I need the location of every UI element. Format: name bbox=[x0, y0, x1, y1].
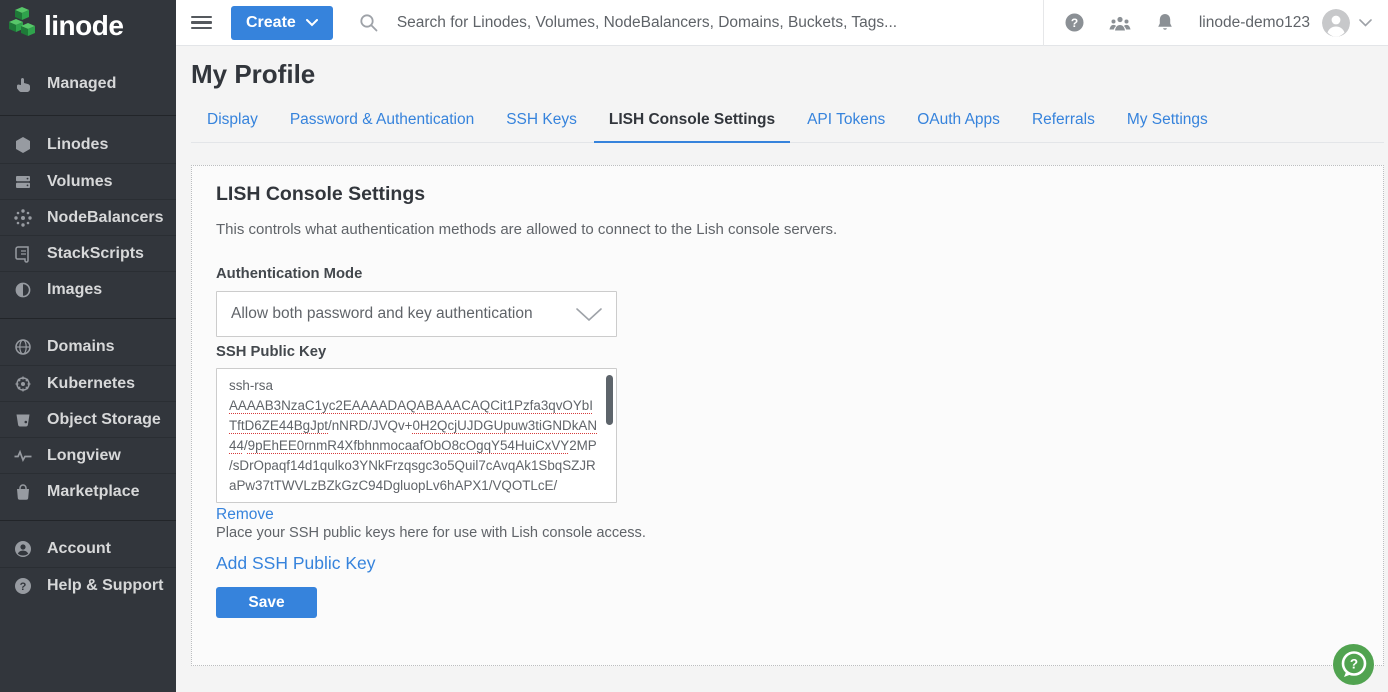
account-icon bbox=[13, 539, 33, 559]
lish-settings-card: LISH Console Settings This controls what… bbox=[191, 165, 1384, 666]
linode-logo[interactable]: linode bbox=[0, 0, 176, 52]
global-search bbox=[333, 0, 1044, 46]
tab-referrals[interactable]: Referrals bbox=[1016, 111, 1111, 142]
brand-wordmark: linode bbox=[44, 10, 123, 42]
notifications-bell-icon[interactable] bbox=[1155, 12, 1175, 34]
object-storage-icon bbox=[13, 410, 33, 430]
hamburger-icon[interactable] bbox=[191, 13, 212, 33]
tab-my-settings[interactable]: My Settings bbox=[1111, 111, 1224, 142]
username-label[interactable]: linode-demo123 bbox=[1199, 14, 1310, 32]
volumes-icon bbox=[13, 172, 33, 192]
sidebar-item-kubernetes[interactable]: Kubernetes bbox=[0, 365, 176, 401]
images-icon bbox=[13, 280, 33, 300]
profile-tabs: Display Password & Authentication SSH Ke… bbox=[191, 111, 1384, 143]
header-actions: ? linode-demo123 bbox=[1044, 9, 1388, 37]
tab-ssh-keys[interactable]: SSH Keys bbox=[490, 111, 593, 142]
help-chat-icon: ? bbox=[1337, 648, 1370, 681]
sidebar-item-marketplace[interactable]: Marketplace bbox=[0, 473, 176, 509]
sidebar-item-linodes[interactable]: Linodes bbox=[0, 127, 176, 163]
help-circle-icon[interactable]: ? bbox=[1064, 12, 1085, 33]
sidebar-item-volumes[interactable]: Volumes bbox=[0, 163, 176, 199]
svg-text:?: ? bbox=[20, 581, 27, 593]
ssh-key-text: ssh-rsa bbox=[229, 378, 273, 393]
user-avatar-icon[interactable] bbox=[1322, 9, 1350, 37]
kubernetes-icon bbox=[13, 374, 33, 394]
main-content: My Profile Display Password & Authentica… bbox=[176, 46, 1388, 692]
svg-text:?: ? bbox=[1350, 657, 1358, 672]
tab-lish-console-settings[interactable]: LISH Console Settings bbox=[593, 111, 791, 142]
sidebar: linode Managed Linodes Volumes NodeBalan… bbox=[0, 0, 176, 692]
sidebar-item-images[interactable]: Images bbox=[0, 271, 176, 307]
domains-icon bbox=[13, 337, 33, 357]
help-support-icon: ? bbox=[13, 576, 33, 596]
stackscripts-icon bbox=[13, 244, 33, 264]
ssh-public-key-label: SSH Public Key bbox=[216, 344, 1359, 361]
ssh-public-key-textarea[interactable]: ssh-rsa AAAAB3NzaC1yc2EAAAADAQABAAACAQCi… bbox=[216, 368, 617, 503]
textarea-scrollbar-thumb[interactable] bbox=[606, 375, 613, 425]
sidebar-item-domains[interactable]: Domains bbox=[0, 329, 176, 365]
sidebar-item-label: Managed bbox=[47, 75, 116, 93]
sidebar-item-label: Images bbox=[47, 281, 102, 299]
authentication-mode-label: Authentication Mode bbox=[216, 266, 1359, 283]
chevron-down-icon bbox=[576, 308, 602, 321]
create-button-label: Create bbox=[246, 14, 296, 32]
ssh-key-text: 9pEhEE0rnmR4XfbhnmocaafObO8cOgqY54HuiCxV… bbox=[248, 438, 570, 453]
sidebar-item-label: Domains bbox=[47, 338, 115, 356]
page-title: My Profile bbox=[191, 59, 1384, 90]
sidebar-item-label: Longview bbox=[47, 447, 121, 465]
community-icon[interactable] bbox=[1107, 12, 1133, 34]
authentication-mode-value: Allow both password and key authenticati… bbox=[231, 305, 533, 323]
card-title: LISH Console Settings bbox=[216, 183, 1359, 205]
nodebalancers-icon bbox=[13, 208, 33, 228]
tab-password-authentication[interactable]: Password & Authentication bbox=[274, 111, 490, 142]
longview-icon bbox=[13, 446, 33, 466]
search-icon bbox=[359, 13, 378, 32]
linodes-icon bbox=[13, 135, 33, 155]
sidebar-item-label: Linodes bbox=[47, 136, 108, 154]
sidebar-item-longview[interactable]: Longview bbox=[0, 437, 176, 473]
sidebar-item-label: Object Storage bbox=[47, 411, 161, 429]
sidebar-item-label: StackScripts bbox=[47, 245, 144, 263]
search-input[interactable] bbox=[395, 13, 942, 33]
add-ssh-public-key-link[interactable]: Add SSH Public Key bbox=[216, 553, 1359, 574]
sidebar-divider bbox=[0, 509, 176, 531]
marketplace-icon bbox=[13, 482, 33, 502]
sidebar-item-label: Help & Support bbox=[47, 577, 163, 595]
card-description: This controls what authentication method… bbox=[216, 221, 1359, 239]
tab-api-tokens[interactable]: API Tokens bbox=[791, 111, 901, 142]
top-header: Create ? linode-demo123 bbox=[176, 0, 1388, 46]
sidebar-item-label: NodeBalancers bbox=[47, 209, 164, 227]
create-button[interactable]: Create bbox=[231, 6, 333, 40]
linode-logo-cubes-icon bbox=[8, 6, 38, 47]
ssh-key-text: /nNRD/JVQv+ bbox=[328, 418, 412, 433]
sidebar-divider bbox=[0, 102, 176, 127]
sidebar-item-label: Marketplace bbox=[47, 483, 140, 501]
sidebar-item-account[interactable]: Account bbox=[0, 531, 176, 567]
sidebar-divider bbox=[0, 52, 176, 66]
sidebar-item-stackscripts[interactable]: StackScripts bbox=[0, 235, 176, 271]
sidebar-item-nodebalancers[interactable]: NodeBalancers bbox=[0, 199, 176, 235]
sidebar-item-help-support[interactable]: ? Help & Support bbox=[0, 567, 176, 603]
chevron-down-icon[interactable] bbox=[1359, 19, 1372, 27]
chevron-down-icon bbox=[306, 19, 318, 27]
help-chat-fab[interactable]: ? bbox=[1333, 644, 1374, 685]
svg-text:?: ? bbox=[1071, 16, 1078, 30]
sidebar-item-managed[interactable]: Managed bbox=[0, 66, 176, 102]
remove-key-link[interactable]: Remove bbox=[216, 506, 1359, 524]
sidebar-divider bbox=[0, 307, 176, 329]
managed-icon bbox=[13, 74, 33, 94]
sidebar-item-label: Volumes bbox=[47, 173, 113, 191]
tab-oauth-apps[interactable]: OAuth Apps bbox=[901, 111, 1016, 142]
save-button[interactable]: Save bbox=[216, 587, 317, 618]
sidebar-item-object-storage[interactable]: Object Storage bbox=[0, 401, 176, 437]
tab-display[interactable]: Display bbox=[191, 111, 274, 142]
sidebar-item-label: Account bbox=[47, 540, 111, 558]
ssh-key-helper-text: Place your SSH public keys here for use … bbox=[216, 525, 1359, 542]
authentication-mode-select[interactable]: Allow both password and key authenticati… bbox=[216, 291, 617, 337]
sidebar-item-label: Kubernetes bbox=[47, 375, 135, 393]
